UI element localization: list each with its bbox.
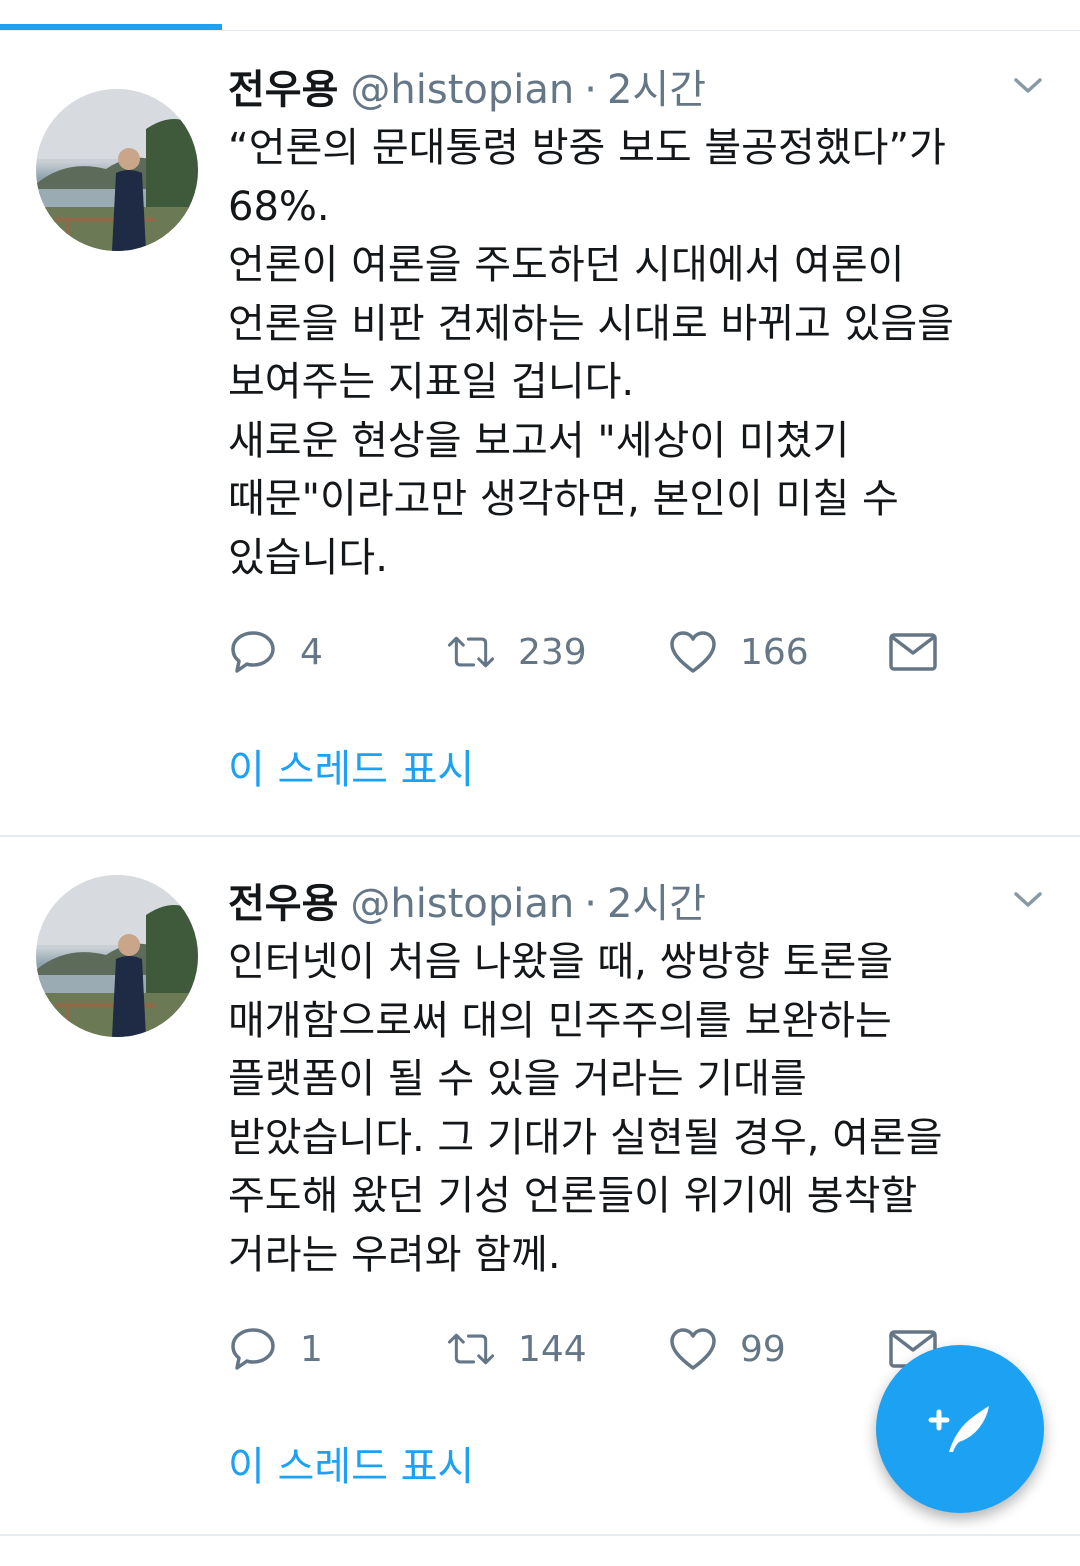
chevron-down-icon[interactable] — [1008, 71, 1048, 101]
display-name[interactable]: 전우용 — [228, 57, 338, 115]
direct-message-button[interactable] — [888, 627, 938, 677]
display-name[interactable]: 전우용 — [228, 871, 338, 929]
retweet-icon — [446, 627, 496, 677]
reply-icon — [228, 627, 278, 677]
retweet-button[interactable]: 144 — [446, 1324, 587, 1374]
show-thread-link[interactable]: 이 스레드 표시 — [228, 737, 474, 795]
retweet-icon — [446, 1324, 496, 1374]
tweet-actions: 1 144 99 — [228, 1324, 968, 1374]
compose-tweet-button[interactable] — [876, 1345, 1044, 1513]
tweet-text: “언론의 문대통령 방중 보도 불공정했다”가 68%. 언론이 여론을 주도하… — [228, 125, 954, 581]
chevron-down-icon[interactable] — [1008, 885, 1048, 915]
retweet-count: 144 — [518, 1328, 587, 1370]
reply-count: 1 — [300, 1328, 323, 1370]
tweet-header: 전우용 @histopian · 2시간 — [228, 57, 706, 117]
retweet-button[interactable]: 239 — [446, 627, 587, 677]
like-count: 166 — [740, 631, 809, 673]
time-separator: · — [584, 881, 597, 927]
retweet-count: 239 — [518, 631, 587, 673]
time-separator: · — [584, 67, 597, 113]
tweet-text: 인터넷이 처음 나왔을 때, 쌍방향 토론을 매개함으로써 대의 민주주의를 보… — [228, 939, 943, 1278]
like-button[interactable]: 166 — [668, 627, 809, 677]
tweet-header: 전우용 @histopian · 2시간 — [228, 871, 706, 931]
like-count: 99 — [740, 1328, 786, 1370]
compose-tweet-icon — [925, 1392, 995, 1466]
avatar[interactable] — [36, 875, 198, 1037]
timestamp[interactable]: 2시간 — [607, 57, 706, 115]
timestamp[interactable]: 2시간 — [607, 871, 706, 929]
mail-icon — [888, 627, 938, 677]
reply-button[interactable]: 1 — [228, 1324, 323, 1374]
show-thread-link[interactable]: 이 스레드 표시 — [228, 1434, 474, 1492]
heart-icon — [668, 627, 718, 677]
reply-icon — [228, 1324, 278, 1374]
avatar[interactable] — [36, 89, 198, 251]
tweet[interactable]: 전우용 @histopian · 2시간 “언론의 문대통령 방중 보도 불공정… — [0, 31, 1080, 837]
user-handle[interactable]: @histopian — [350, 67, 574, 113]
tweet-actions: 4 239 166 — [228, 627, 968, 677]
like-button[interactable]: 99 — [668, 1324, 786, 1374]
user-handle[interactable]: @histopian — [350, 881, 574, 927]
reply-button[interactable]: 4 — [228, 627, 323, 677]
reply-count: 4 — [300, 631, 323, 673]
heart-icon — [668, 1324, 718, 1374]
